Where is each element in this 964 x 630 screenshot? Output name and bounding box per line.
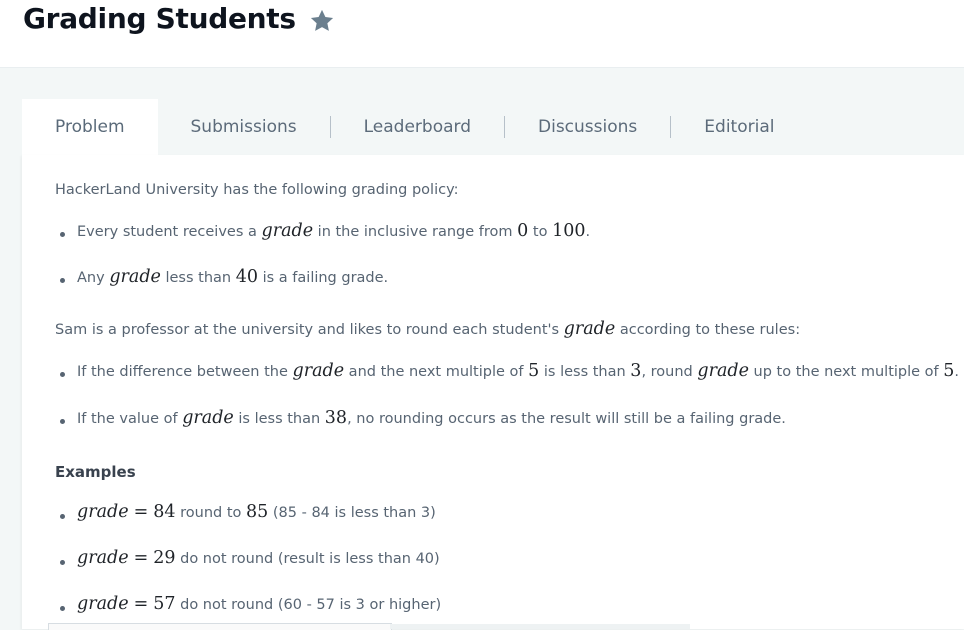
examples-heading: Examples bbox=[55, 463, 136, 481]
text: less than bbox=[160, 270, 236, 286]
policy-item-range: Every student receives a grade in the in… bbox=[77, 221, 590, 241]
math-var: grade bbox=[563, 319, 616, 339]
bullet bbox=[60, 560, 65, 565]
math-num: 84 bbox=[153, 502, 176, 522]
rule-item-noround: If the value of grade is less than 38, n… bbox=[77, 408, 786, 428]
text: in the inclusive range from bbox=[313, 224, 518, 240]
text: do not round (result is less than 40) bbox=[175, 551, 440, 567]
math-var: grade bbox=[697, 361, 749, 381]
math-num: 100 bbox=[552, 221, 586, 241]
math-num: 57 bbox=[153, 594, 176, 614]
text: . bbox=[585, 224, 591, 240]
policy-item-failing: Any grade less than 40 is a failing grad… bbox=[77, 267, 388, 287]
bottom-strip bbox=[390, 624, 690, 629]
problem-tabs: Problem Submissions Leaderboard Discussi… bbox=[22, 99, 807, 155]
math-num: 38 bbox=[324, 408, 348, 428]
text: (85 - 84 is less than 3) bbox=[268, 505, 436, 521]
intro-text: HackerLand University has the following … bbox=[55, 182, 459, 198]
rule-item-roundup: If the difference between the grade and … bbox=[77, 361, 959, 381]
tab-problem[interactable]: Problem bbox=[22, 99, 158, 155]
text: to bbox=[528, 224, 553, 240]
star-icon[interactable] bbox=[308, 7, 336, 35]
math-num: 5 bbox=[528, 361, 540, 381]
math-num: 40 bbox=[235, 267, 258, 287]
bullet bbox=[60, 278, 65, 283]
text: is a failing grade. bbox=[258, 270, 389, 286]
math-eq: = bbox=[133, 548, 149, 568]
math-num: 29 bbox=[153, 548, 176, 568]
math-num: 5 bbox=[943, 361, 955, 381]
text: Every student receives a bbox=[77, 224, 262, 240]
text: Any bbox=[77, 270, 110, 286]
math-eq: = bbox=[133, 502, 149, 522]
problem-statement: HackerLand University has the following … bbox=[22, 155, 964, 629]
math-eq: = bbox=[133, 594, 149, 614]
math-var: grade bbox=[77, 502, 129, 522]
text: do not round (60 - 57 is 3 or higher) bbox=[175, 597, 442, 613]
sam-text: Sam is a professor at the university and… bbox=[55, 319, 800, 339]
math-num: 0 bbox=[517, 221, 529, 241]
bullet bbox=[60, 232, 65, 237]
text: , no rounding occurs as the result will … bbox=[347, 411, 786, 427]
math-var: grade bbox=[292, 361, 345, 381]
math-var: grade bbox=[261, 221, 314, 241]
text: round to bbox=[175, 505, 246, 521]
text: according to these rules: bbox=[615, 322, 801, 338]
tab-submissions[interactable]: Submissions bbox=[158, 99, 330, 155]
bullet bbox=[60, 606, 65, 611]
text: If the value of bbox=[77, 411, 183, 427]
text: is less than bbox=[539, 364, 631, 380]
text: Sam is a professor at the university and… bbox=[55, 322, 564, 338]
tab-discussions[interactable]: Discussions bbox=[505, 99, 670, 155]
tab-leaderboard[interactable]: Leaderboard bbox=[331, 99, 504, 155]
page-header: Grading Students bbox=[0, 0, 964, 67]
math-var: grade bbox=[77, 548, 129, 568]
bullet bbox=[60, 514, 65, 519]
text: and the next multiple of bbox=[344, 364, 529, 380]
bullet bbox=[60, 372, 65, 377]
text: up to the next multiple of bbox=[748, 364, 944, 380]
bullet bbox=[60, 419, 65, 424]
text: If the difference between the bbox=[77, 364, 293, 380]
example-57: grade = 57 do not round (60 - 57 is 3 or h… bbox=[77, 594, 441, 614]
math-var: grade bbox=[182, 408, 234, 428]
math-var: grade bbox=[109, 267, 161, 287]
text: . bbox=[954, 364, 960, 380]
math-var: grade bbox=[77, 594, 129, 614]
text: , round bbox=[641, 364, 698, 380]
tab-editorial[interactable]: Editorial bbox=[671, 99, 807, 155]
example-84: grade = 84 round to 85 (85 - 84 is less th… bbox=[77, 502, 436, 522]
title-wrap: Grading Students bbox=[23, 2, 336, 35]
page-title: Grading Students bbox=[23, 2, 296, 35]
text: is less than bbox=[233, 411, 325, 427]
example-29: grade = 29 do not round (result is less th… bbox=[77, 548, 440, 568]
math-num: 3 bbox=[630, 361, 642, 381]
math-num: 85 bbox=[246, 502, 269, 522]
